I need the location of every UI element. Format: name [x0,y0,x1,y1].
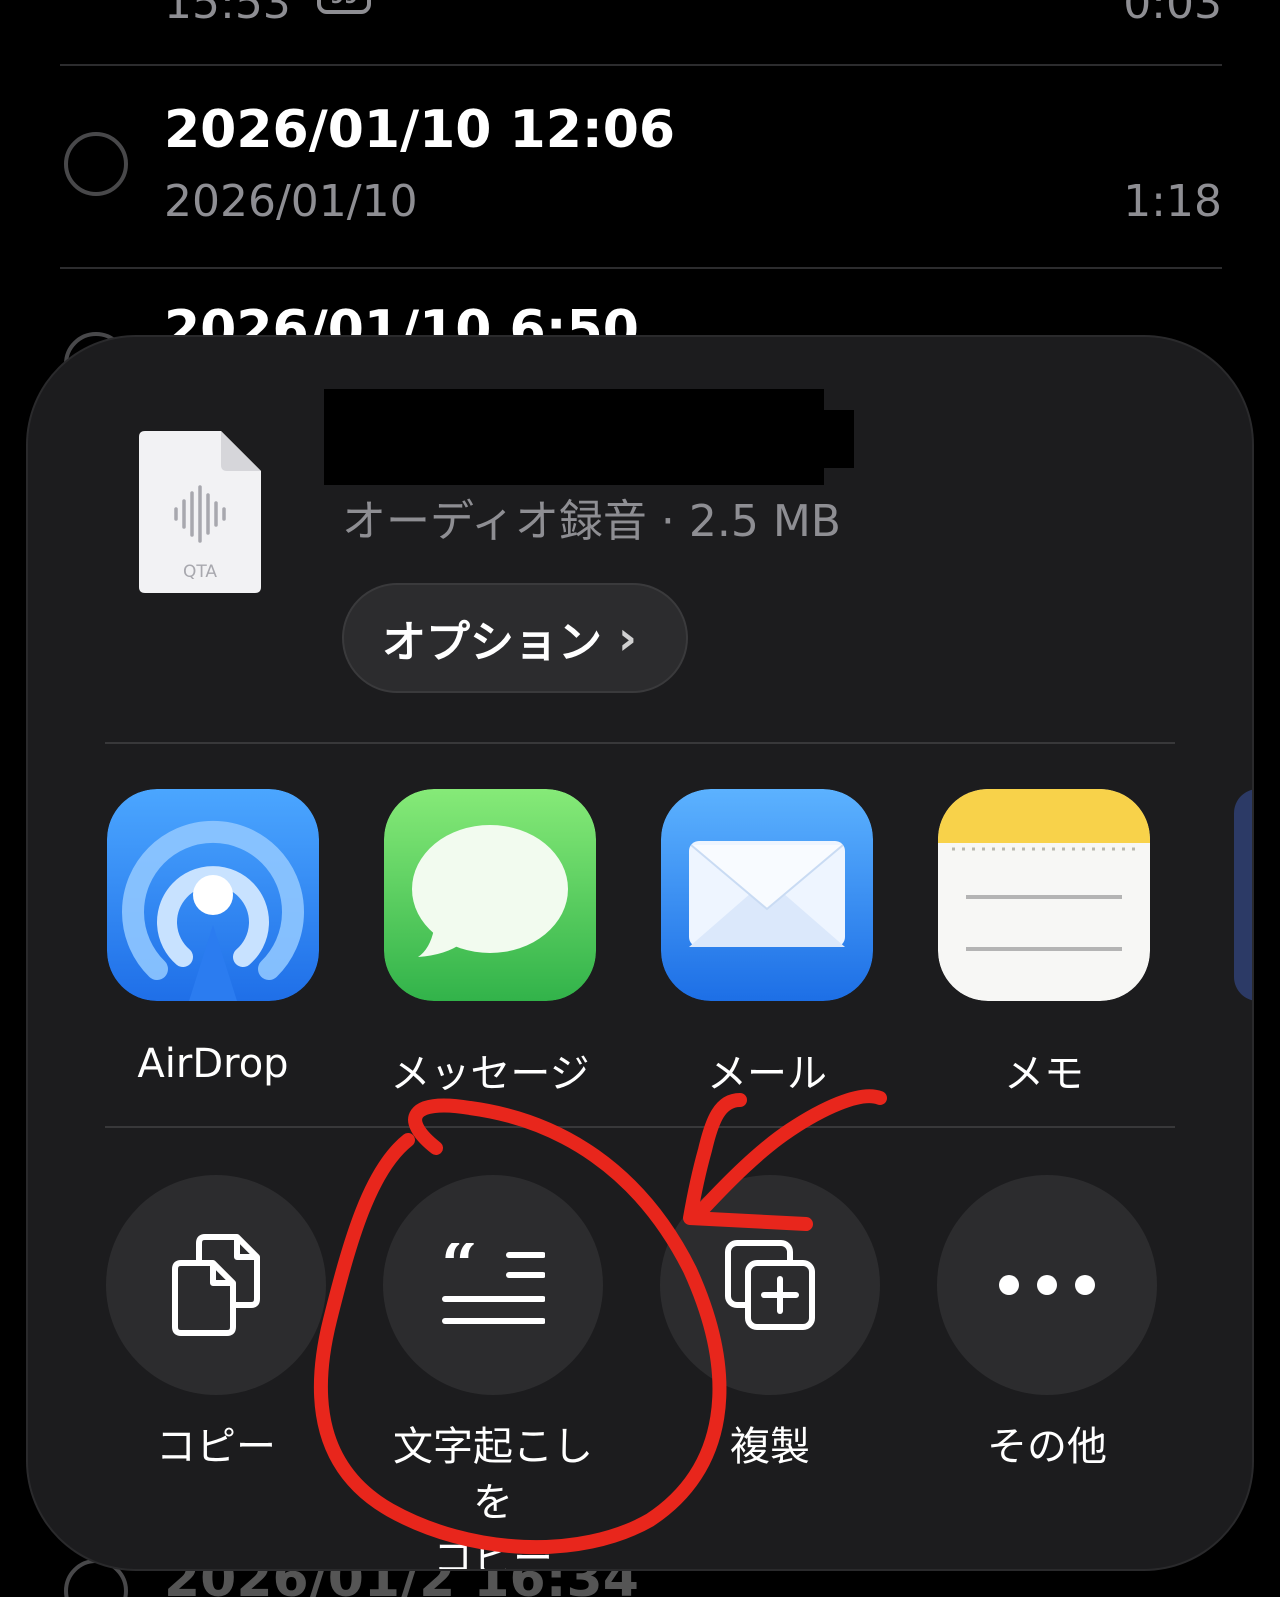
share-app-notes[interactable]: メモ [937,789,1151,1097]
action-label: その他 [987,1424,1107,1470]
divider [105,1126,1175,1128]
share-app-mail[interactable]: メール [660,789,874,1097]
more-icon [937,1175,1157,1395]
airdrop-icon [107,789,319,1001]
notes-icon [938,789,1150,1001]
screen: 15:53 99 0:03 2026/01/10 12:06 2026/01/1… [0,0,1280,1597]
action-more[interactable]: その他 [932,1175,1162,1475]
divider [60,267,1222,269]
app-label: メモ [1004,1051,1084,1097]
recording-row[interactable]: 15:53 99 0:03 [60,0,1222,38]
app-label: メッセージ [390,1051,590,1097]
action-label: 文字起こしを コピー [378,1419,608,1569]
next-app-peek[interactable] [1234,789,1252,1001]
mail-icon [661,789,873,1001]
recording-time: 15:53 [164,0,291,29]
app-label: AirDrop [137,1041,289,1087]
audio-file-icon: QTA [139,431,261,593]
recording-row[interactable]: 2026/01/10 12:06 2026/01/10 1:18 [60,100,1222,240]
action-copy-transcript[interactable]: “ 文字起こしを コピー [378,1175,608,1569]
svg-text:99: 99 [330,0,358,8]
share-sheet: QTA オーディオ録音 · 2.5 MB オプション › AirDrop メッセ… [28,337,1252,1569]
messages-icon [384,789,596,1001]
options-label: オプション [382,617,602,668]
action-label: 複製 [730,1424,810,1470]
chevron-right-icon: › [618,611,637,665]
duplicate-icon [660,1175,880,1395]
file-subtitle: オーディオ録音 · 2.5 MB [342,496,841,547]
recording-duration: 0:03 [1123,0,1222,29]
share-app-airdrop[interactable]: AirDrop [106,789,320,1089]
recording-title: 2026/01/10 12:06 [164,100,676,160]
recording-date: 2026/01/10 [164,176,418,227]
svg-text:“: “ [441,1243,478,1303]
action-duplicate[interactable]: 複製 [655,1175,885,1475]
share-app-messages[interactable]: メッセージ [383,789,597,1097]
transcript-bubble-icon: 99 [317,0,371,14]
action-label-line: 文字起こしを [393,1424,593,1526]
app-label: メール [707,1051,827,1097]
divider [105,742,1175,744]
file-name-redacted [324,410,854,468]
action-label-line: コピー [433,1536,553,1569]
recording-duration: 1:18 [1123,176,1222,227]
select-radio[interactable] [64,132,128,196]
transcript-icon: “ [383,1175,603,1395]
copy-icon [106,1175,326,1395]
action-copy[interactable]: コピー [101,1175,331,1475]
options-button[interactable]: オプション › [342,583,688,693]
action-label: コピー [156,1424,276,1470]
file-type-label: QTA [183,562,217,582]
divider [60,64,1222,66]
